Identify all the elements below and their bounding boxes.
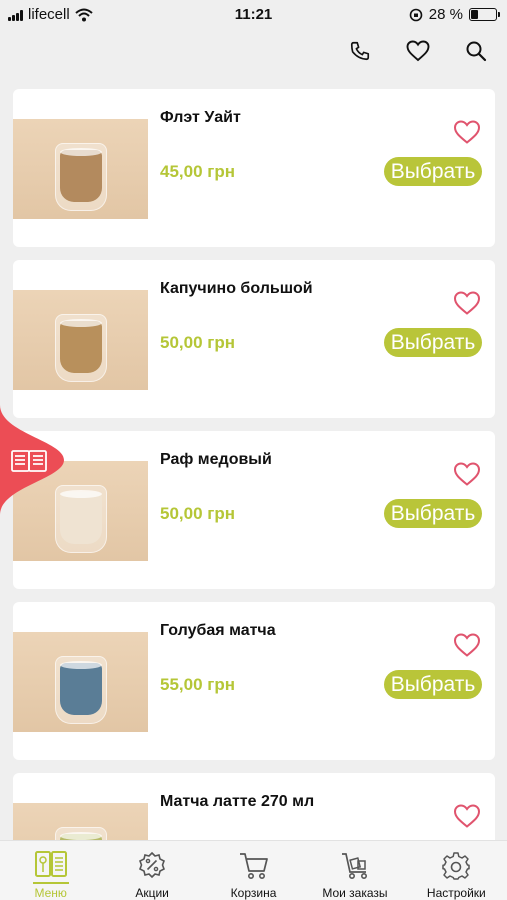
drink-fill xyxy=(60,663,102,715)
tab-promotions[interactable]: Акции xyxy=(101,841,202,900)
drink-fill xyxy=(60,321,102,373)
product-list: Флэт Уайт 45,00 грн Выбрать Капучино бол… xyxy=(13,89,495,900)
product-name: Голубая матча xyxy=(160,622,276,639)
choose-button[interactable]: Выбрать xyxy=(384,328,482,357)
choose-button[interactable]: Выбрать xyxy=(384,499,482,528)
tab-label: Корзина xyxy=(230,886,277,900)
drink-fill xyxy=(60,150,102,202)
tab-menu[interactable]: Меню xyxy=(0,841,101,900)
product-card[interactable]: Раф медовый 50,00 грн Выбрать xyxy=(13,431,495,589)
battery-icon xyxy=(469,8,500,21)
product-name: Раф медовый xyxy=(160,451,272,468)
header-actions xyxy=(347,38,489,64)
product-name: Матча латте 270 мл xyxy=(160,793,315,810)
favorites-heart-icon[interactable] xyxy=(405,38,431,64)
discount-icon xyxy=(134,848,170,884)
phone-icon[interactable] xyxy=(347,38,373,64)
tab-label: Акции xyxy=(135,886,169,900)
favorite-heart-icon[interactable] xyxy=(453,119,481,145)
tab-my-orders[interactable]: Мои заказы xyxy=(304,841,405,900)
product-photo xyxy=(13,290,148,390)
cup-image xyxy=(55,656,107,724)
choose-button[interactable]: Выбрать xyxy=(384,157,482,186)
choose-button[interactable]: Выбрать xyxy=(384,670,482,699)
orders-icon xyxy=(337,848,373,884)
drink-foam xyxy=(60,319,102,327)
product-photo xyxy=(13,632,148,732)
tab-cart[interactable]: Корзина xyxy=(203,841,304,900)
search-icon[interactable] xyxy=(463,38,489,64)
product-price: 50,00 грн xyxy=(160,504,235,523)
cup-image xyxy=(55,314,107,382)
product-price: 45,00 грн xyxy=(160,162,235,181)
orientation-lock-icon xyxy=(409,8,423,21)
menu-side-tab[interactable] xyxy=(0,405,64,515)
drink-foam xyxy=(60,148,102,156)
bottom-tab-bar: Меню Акции Корзина Мои заказы Настройки xyxy=(0,840,507,900)
product-name: Флэт Уайт xyxy=(160,109,241,126)
favorite-heart-icon[interactable] xyxy=(453,461,481,487)
favorite-heart-icon[interactable] xyxy=(453,803,481,829)
product-photo xyxy=(13,119,148,219)
battery-percent: 28 % xyxy=(428,6,463,23)
product-card[interactable]: Капучино большой 50,00 грн Выбрать xyxy=(13,260,495,418)
drink-foam xyxy=(60,490,102,498)
battery-group: 28 % xyxy=(409,6,500,23)
menu-book-icon xyxy=(32,848,69,884)
gear-icon xyxy=(438,848,474,884)
product-price: 55,00 грн xyxy=(160,675,235,694)
drink-foam xyxy=(60,832,102,840)
cart-icon xyxy=(236,848,272,884)
drink-fill xyxy=(60,492,102,544)
cup-image xyxy=(55,143,107,211)
product-price: 50,00 грн xyxy=(160,333,235,352)
status-bar: lifecell 11:21 28 % xyxy=(0,0,507,30)
tab-label: Мои заказы xyxy=(322,886,388,900)
tab-label: Настройки xyxy=(426,886,486,900)
drink-foam xyxy=(60,661,102,669)
tab-settings[interactable]: Настройки xyxy=(406,841,507,900)
tab-label: Меню xyxy=(34,886,67,900)
product-name: Капучино большой xyxy=(160,280,313,297)
favorite-heart-icon[interactable] xyxy=(453,632,481,658)
product-card[interactable]: Флэт Уайт 45,00 грн Выбрать xyxy=(13,89,495,247)
product-card[interactable]: Голубая матча 55,00 грн Выбрать xyxy=(13,602,495,760)
favorite-heart-icon[interactable] xyxy=(453,290,481,316)
